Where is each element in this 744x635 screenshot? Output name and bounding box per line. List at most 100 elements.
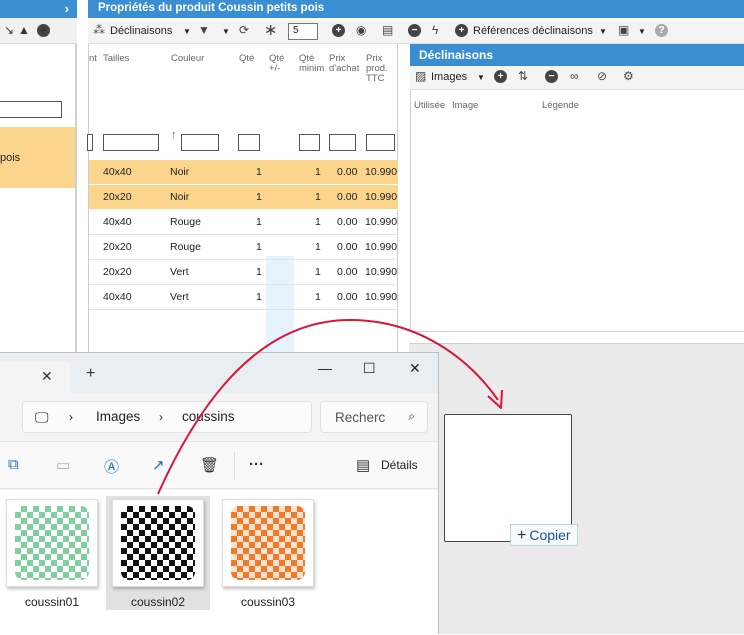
chevron-down-icon[interactable]: ▼ [638, 27, 646, 36]
filter-input[interactable] [299, 134, 320, 151]
more-icon[interactable]: ··· [249, 456, 264, 473]
filter-input[interactable] [103, 134, 159, 151]
link-icon[interactable]: ∞ [570, 69, 579, 83]
left-filter-input[interactable] [0, 101, 62, 118]
sort-up-icon[interactable]: ↑ [171, 129, 177, 141]
column-header[interactable]: Prix d'achat [329, 54, 363, 74]
filter-input[interactable] [87, 134, 93, 151]
add-icon[interactable]: + [37, 24, 50, 37]
column-header[interactable]: Prix prod. TTC [366, 54, 394, 84]
chevron-down-icon[interactable]: ▼ [599, 27, 607, 36]
chevron-right-icon[interactable]: › [159, 410, 163, 424]
add-icon[interactable]: + [494, 70, 507, 83]
cell-taille: 20x20 [103, 241, 132, 253]
filter-input[interactable] [329, 134, 356, 151]
cell-min: 1 [315, 291, 321, 303]
maximize-icon[interactable]: ☐ [363, 360, 376, 377]
search-icon[interactable]: ⌕ [408, 409, 415, 424]
computer-icon[interactable]: 🖵 [35, 409, 49, 426]
settings-icon[interactable]: ⚙ [623, 69, 634, 83]
refresh-icon[interactable]: ⟳ [239, 23, 249, 37]
table-row[interactable]: 20x20 Rouge 1 1 0.00 10.990 [89, 235, 398, 260]
images-dropdown[interactable]: Images [431, 71, 467, 83]
share-icon[interactable]: ↗ [152, 456, 165, 474]
filter-input[interactable] [366, 134, 395, 151]
cell-min: 1 [315, 191, 321, 203]
details-icon[interactable]: ▤ [356, 456, 370, 474]
file-item[interactable]: coussin01 [0, 496, 104, 610]
chevron-right-icon[interactable]: › [65, 1, 69, 16]
table-row[interactable]: 40x40 Noir 1 1 0.00 10.990 [89, 160, 398, 185]
delete-icon[interactable]: 🗑 [200, 456, 219, 474]
rename-icon[interactable]: Ⓐ [104, 456, 119, 477]
filter-input[interactable] [181, 134, 219, 151]
file-name: coussin03 [240, 595, 296, 609]
new-tab-icon[interactable]: + [86, 365, 95, 383]
column-header[interactable]: Qté [239, 54, 254, 64]
paste-icon[interactable]: ▭ [56, 456, 70, 474]
unlink-icon[interactable]: ⊘ [597, 69, 607, 83]
breadcrumb-item[interactable]: coussins [182, 409, 235, 424]
table-row[interactable]: 20x20 Vert 1 1 0.00 10.990 [89, 260, 398, 285]
asterisk-icon[interactable]: ∗ [264, 20, 277, 40]
file-item[interactable]: coussin03 [216, 496, 320, 610]
sync-icon[interactable]: ⇅ [518, 69, 528, 83]
table-row[interactable]: 40x40 Vert 1 1 0.00 10.990 [89, 285, 398, 310]
remove-icon[interactable]: − [408, 24, 421, 37]
grid-icon[interactable]: ▣ [618, 23, 629, 37]
remove-icon[interactable]: − [545, 70, 558, 83]
breadcrumb[interactable]: 🖵 › Images › coussins [22, 401, 312, 433]
cell-couleur: Rouge [170, 216, 201, 228]
cell-achat: 0.00 [337, 166, 358, 178]
left-selected-row[interactable]: pois [0, 127, 75, 188]
cell-taille: 20x20 [103, 191, 132, 203]
declinaisons-toolbar: ▨ Images ▼ + ⇅ − ∞ ⊘ ⚙ [410, 66, 744, 90]
details-button[interactable]: Détails [381, 458, 418, 472]
cell-couleur: Noir [170, 166, 190, 178]
explorer-command-bar: ⧉ ▭ Ⓐ ↗ 🗑 ··· ▤ Détails [0, 441, 438, 489]
quantity-input[interactable]: 5 [288, 23, 318, 40]
lightning-icon[interactable]: ϟ [432, 23, 438, 37]
copy-label: Copier [529, 527, 571, 543]
document-icon[interactable]: ▤ [382, 23, 393, 37]
cell-ttc: 10.990 [365, 241, 398, 253]
filter-icon[interactable]: ▼ [198, 23, 210, 37]
column-header[interactable]: Tailles [103, 54, 129, 64]
column-header[interactable]: Utilisée [414, 100, 445, 111]
file-name: coussin01 [24, 595, 80, 609]
chevron-down-icon[interactable]: ▼ [183, 27, 191, 36]
references-dropdown[interactable]: Références déclinaisons [473, 25, 593, 37]
left-toolbar: ↘ ▲ + [0, 18, 77, 44]
close-tab-icon[interactable]: ✕ [41, 368, 53, 385]
column-header[interactable]: Couleur [171, 54, 204, 64]
chevron-down-icon[interactable]: ▼ [477, 73, 485, 82]
chevron-right-icon[interactable]: › [69, 410, 73, 424]
column-header[interactable]: Qté minim [299, 54, 327, 74]
file-item[interactable]: coussin02 [106, 496, 210, 610]
table-row[interactable]: 40x40 Rouge 1 1 0.00 10.990 [89, 210, 398, 235]
search-input[interactable]: Recherc ⌕ [320, 401, 428, 433]
cell-qte: 1 [256, 166, 262, 178]
help-icon[interactable]: ? [655, 24, 668, 37]
column-header[interactable]: Qté +/- [269, 54, 289, 74]
column-header[interactable]: nt [89, 54, 97, 64]
add-reference-icon[interactable]: + [455, 24, 468, 37]
breadcrumb-item[interactable]: Images [96, 409, 140, 424]
add-icon[interactable]: + [332, 24, 345, 37]
cell-couleur: Vert [170, 291, 189, 303]
filter-input[interactable] [238, 134, 260, 151]
close-icon[interactable]: ✕ [409, 360, 421, 377]
explorer-tab[interactable]: ✕ [0, 361, 70, 393]
run-icon[interactable]: ◉ [356, 23, 366, 37]
copy-icon[interactable]: ⧉ [8, 456, 19, 473]
main-toolbar: ⁂ Déclinaisons ▼ ▼ ▼ ⟳ ∗ 5 + ◉ ▤ − ϟ + R… [88, 20, 744, 44]
pointer-icon[interactable]: ▲ [18, 23, 30, 37]
table-row[interactable]: 20x20 Noir 1 1 0.00 10.990 [89, 185, 398, 210]
minimize-icon[interactable]: — [318, 360, 332, 376]
chevron-down-icon[interactable]: ▼ [222, 27, 230, 36]
column-header[interactable]: Légende [542, 100, 579, 111]
declinaisons-dropdown[interactable]: Déclinaisons [110, 25, 172, 37]
column-header[interactable]: Image [452, 100, 478, 111]
drop-target-box[interactable] [444, 414, 572, 542]
arrow-icon[interactable]: ↘ [4, 23, 14, 37]
